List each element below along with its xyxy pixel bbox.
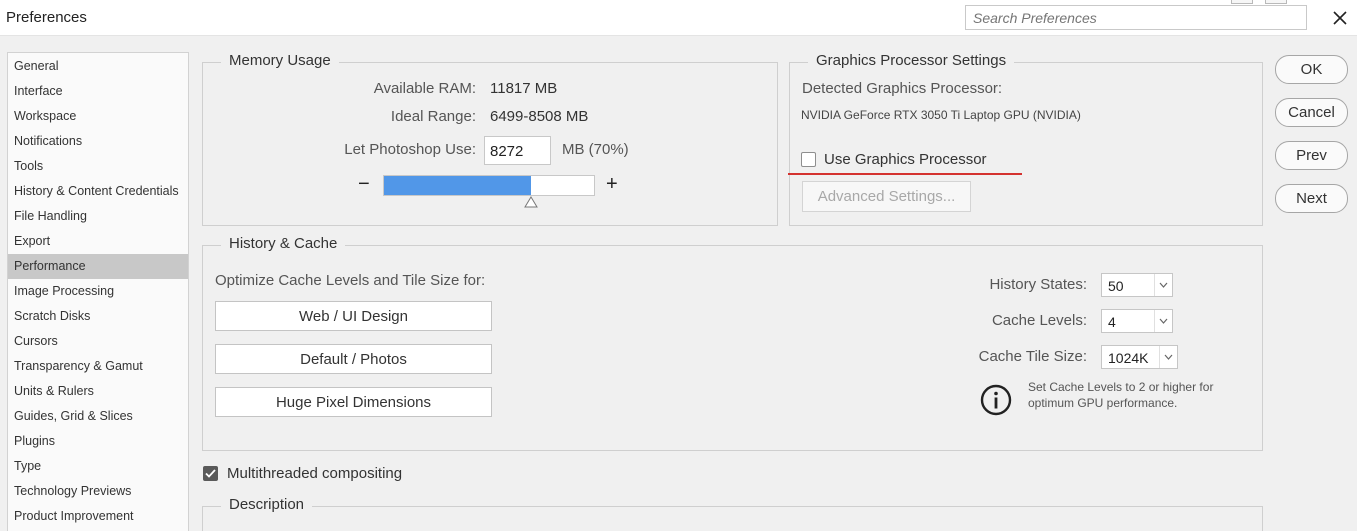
title-bar: Preferences (0, 0, 1357, 36)
sidebar-item-technology-previews[interactable]: Technology Previews (8, 479, 188, 504)
sidebar-item-tools[interactable]: Tools (8, 154, 188, 179)
window-title: Preferences (6, 9, 87, 26)
sidebar-item-interface[interactable]: Interface (8, 79, 188, 104)
preset-huge-pixel-button[interactable]: Huge Pixel Dimensions (215, 387, 492, 417)
sidebar-item-export[interactable]: Export (8, 229, 188, 254)
multithreaded-checkbox[interactable] (203, 466, 218, 481)
ok-button[interactable]: OK (1275, 55, 1348, 84)
sidebar-item-units-rulers[interactable]: Units & Rulers (8, 379, 188, 404)
chevron-down-icon (1159, 346, 1177, 368)
memory-decrease-button[interactable]: − (358, 173, 370, 196)
cache-tile-size-value: 1024K (1108, 350, 1149, 366)
info-text-line-2: optimum GPU performance. (1028, 396, 1178, 410)
preset-web-ui-design-button[interactable]: Web / UI Design (215, 301, 492, 331)
close-icon (1333, 11, 1347, 25)
next-button[interactable]: Next (1275, 184, 1348, 213)
let-photoshop-use-label: Let Photoshop Use: (344, 141, 476, 158)
sidebar-item-general[interactable]: General (8, 54, 188, 79)
memory-increase-button[interactable]: + (606, 173, 618, 196)
history-states-label: History States: (989, 276, 1087, 293)
detected-gpu-label: Detected Graphics Processor: (802, 80, 1003, 97)
preferences-sidebar: General Interface Workspace Notifications To… (7, 52, 189, 531)
available-ram-value: 11817 MB (490, 80, 558, 97)
sidebar-item-guides-grid-slices[interactable]: Guides, Grid & Slices (8, 404, 188, 429)
ideal-range-label: Ideal Range: (390, 108, 476, 125)
sidebar-item-plugins[interactable]: Plugins (8, 429, 188, 454)
info-text-line-1: Set Cache Levels to 2 or higher for (1028, 380, 1214, 394)
cache-levels-label: Cache Levels: (991, 312, 1087, 329)
use-gpu-label[interactable]: Use Graphics Processor (824, 151, 987, 168)
history-cache-title: History & Cache (221, 235, 346, 252)
memory-amount-input[interactable]: 8272 (484, 136, 551, 165)
cache-tile-size-select[interactable]: 1024K (1101, 345, 1178, 369)
detected-gpu-value: NVIDIA GeForce RTX 3050 Ti Laptop GPU (N… (801, 108, 1081, 122)
checkmark-icon (205, 469, 216, 478)
memory-percent-label: MB (70%) (562, 141, 629, 158)
sidebar-item-image-processing[interactable]: Image Processing (8, 279, 188, 304)
prev-button[interactable]: Prev (1275, 141, 1348, 170)
sidebar-item-scratch-disks[interactable]: Scratch Disks (8, 304, 188, 329)
memory-slider[interactable] (383, 175, 595, 196)
chevron-down-icon (1154, 310, 1172, 332)
preset-default-photos-button[interactable]: Default / Photos (215, 344, 492, 374)
cancel-button[interactable]: Cancel (1275, 98, 1348, 127)
info-icon (980, 384, 1012, 416)
available-ram-label: Available RAM: (373, 80, 476, 97)
history-states-value: 50 (1108, 278, 1124, 294)
sidebar-item-product-improvement[interactable]: Product Improvement (8, 504, 188, 529)
sidebar-item-transparency-gamut[interactable]: Transparency & Gamut (8, 354, 188, 379)
advanced-settings-button[interactable]: Advanced Settings... (802, 181, 971, 212)
cache-tile-size-label: Cache Tile Size: (978, 348, 1087, 365)
memory-usage-group: Memory Usage Available RAM: 11817 MB Ide… (202, 52, 778, 226)
description-group: Description (202, 496, 1263, 531)
chevron-down-icon (1154, 274, 1172, 296)
close-button[interactable] (1326, 4, 1354, 32)
cache-levels-select[interactable]: 4 (1101, 309, 1173, 333)
multithreaded-label[interactable]: Multithreaded compositing (227, 465, 402, 482)
optimize-cache-label: Optimize Cache Levels and Tile Size for: (215, 272, 486, 289)
sidebar-item-performance[interactable]: Performance (8, 254, 188, 279)
sidebar-item-history-content-credentials[interactable]: History & Content Credentials (8, 179, 188, 204)
history-states-select[interactable]: 50 (1101, 273, 1173, 297)
sidebar-item-file-handling[interactable]: File Handling (8, 204, 188, 229)
sidebar-item-type[interactable]: Type (8, 454, 188, 479)
sidebar-item-notifications[interactable]: Notifications (8, 129, 188, 154)
description-title: Description (221, 496, 313, 513)
graphics-processor-group: Graphics Processor Settings Detected Gra… (789, 52, 1263, 226)
memory-slider-fill (384, 176, 531, 195)
title-bar-control[interactable] (1231, 0, 1253, 4)
search-input[interactable] (965, 5, 1307, 30)
sidebar-item-cursors[interactable]: Cursors (8, 329, 188, 354)
history-cache-group: History & Cache Optimize Cache Levels an… (202, 235, 1263, 451)
use-gpu-highlight-line (788, 173, 1022, 175)
cache-levels-value: 4 (1108, 314, 1116, 330)
memory-slider-thumb-icon[interactable] (524, 196, 538, 208)
use-gpu-checkbox[interactable] (801, 152, 816, 167)
graphics-processor-title: Graphics Processor Settings (808, 52, 1015, 69)
sidebar-item-workspace[interactable]: Workspace (8, 104, 188, 129)
title-bar-control[interactable] (1265, 0, 1287, 4)
memory-usage-title: Memory Usage (221, 52, 339, 69)
ideal-range-value: 6499-8508 MB (490, 108, 589, 125)
